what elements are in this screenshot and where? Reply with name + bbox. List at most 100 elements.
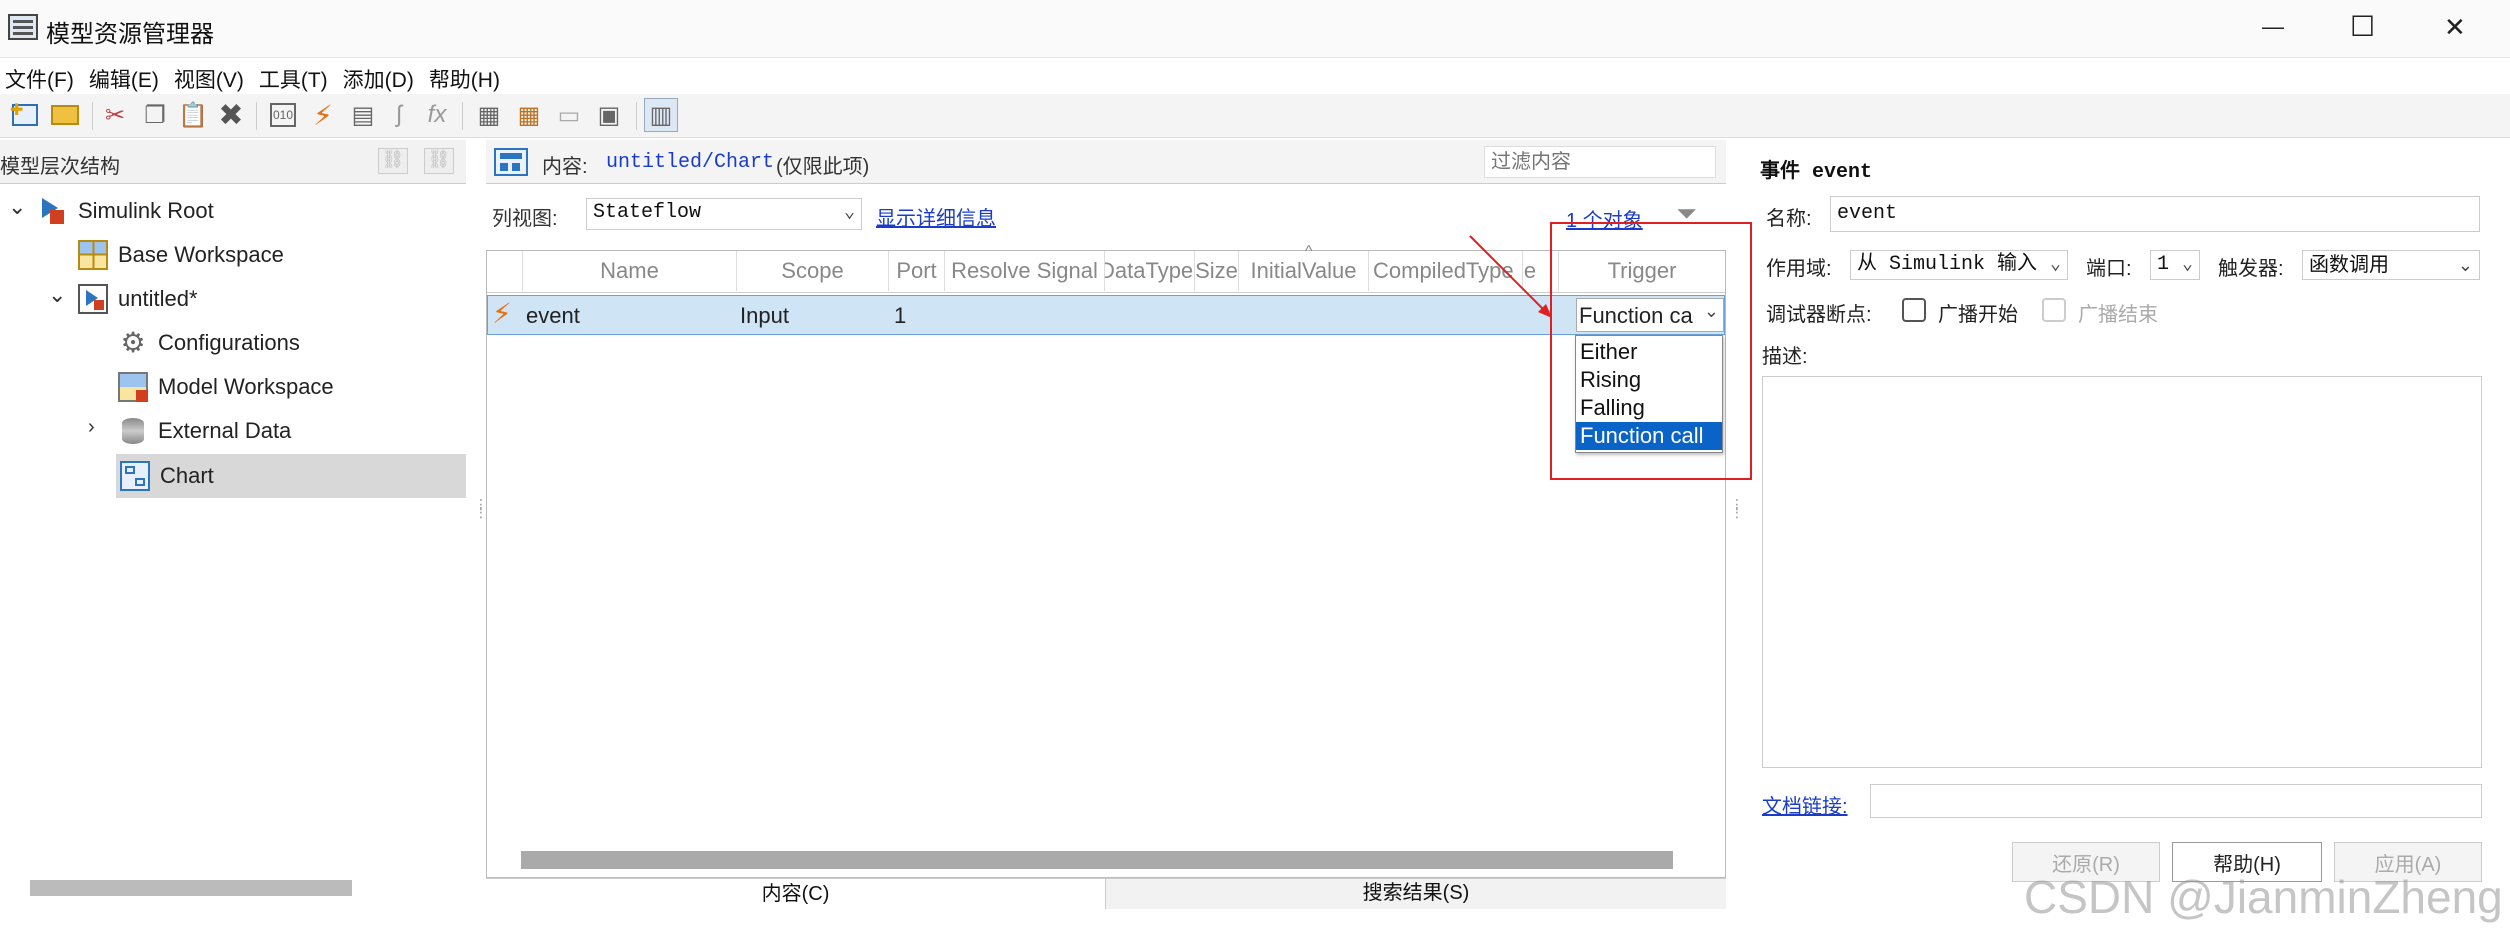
- chevron-down-icon[interactable]: ⌄: [48, 282, 66, 308]
- export-icon[interactable]: ▣: [592, 98, 626, 132]
- left-pane-title: 模型层次结构: [0, 156, 120, 178]
- chart-icon: [120, 461, 150, 491]
- app-icon: [8, 14, 38, 40]
- left-splitter[interactable]: ⋮ ⋮: [470, 140, 488, 910]
- annotation-arrow: [1469, 235, 1552, 318]
- tree-label: Simulink Root: [78, 198, 214, 223]
- menu-edit[interactable]: 编辑(E): [84, 58, 169, 94]
- doc-link-label-visible[interactable]: 文档链接:: [1762, 790, 1848, 819]
- column-header-datatype[interactable]: DataType: [1105, 251, 1195, 291]
- tab-content[interactable]: 内容(C): [486, 879, 1106, 909]
- tree-horizontal-scrollbar[interactable]: [30, 880, 352, 896]
- message-icon[interactable]: ▤: [346, 98, 380, 132]
- minimize-button[interactable]: —: [2262, 14, 2284, 40]
- menu-view[interactable]: 视图(V): [169, 58, 254, 94]
- menu-add[interactable]: 添加(D): [338, 58, 424, 94]
- tree-item-base-workspace[interactable]: Base Workspace: [78, 236, 466, 274]
- database-icon: [118, 416, 148, 446]
- fx-icon[interactable]: fx: [420, 98, 454, 132]
- add-model-icon[interactable]: ✚: [8, 98, 42, 132]
- unlink-icon[interactable]: ⛓: [424, 148, 454, 174]
- link-icon[interactable]: ⛓: [378, 148, 408, 174]
- chevron-down-icon: ⌄: [2182, 255, 2193, 275]
- name-label: 名称:: [1766, 208, 1812, 230]
- tree-label: External Data: [158, 418, 292, 443]
- port-select[interactable]: 1 ⌄: [2150, 250, 2200, 280]
- show-details-link[interactable]: 显示详细信息: [876, 202, 996, 231]
- close-button[interactable]: ✕: [2444, 12, 2466, 43]
- cell-scope[interactable]: Input: [740, 296, 880, 336]
- column-header-scope[interactable]: Scope: [737, 251, 889, 291]
- menu-bar: 文件(F) 编辑(E) 视图(V) 工具(T) 添加(D) 帮助(H): [0, 58, 2510, 94]
- tree-item-untitled[interactable]: ⌄ untitled*: [0, 280, 466, 318]
- left-pane-header: 模型层次结构 ⛓ ⛓: [0, 140, 466, 184]
- column-header-size[interactable]: Size: [1195, 251, 1239, 291]
- content-label: 内容:: [542, 156, 588, 178]
- scope-label: 作用域:: [1766, 258, 1832, 280]
- column-view-value: Stateflow: [593, 201, 702, 224]
- delete-icon[interactable]: ✖: [214, 98, 248, 132]
- port-label: 端口:: [2086, 258, 2132, 280]
- chevron-right-icon[interactable]: ›: [88, 416, 95, 439]
- function-icon[interactable]: ʃ: [382, 98, 416, 132]
- window-title: 模型资源管理器: [46, 21, 214, 48]
- chevron-down-icon[interactable]: ⌄: [8, 194, 26, 220]
- event-icon[interactable]: ⚡: [306, 98, 340, 132]
- trigger-property-select[interactable]: 函数调用 ⌄: [2302, 250, 2480, 280]
- port-value: 1: [2157, 253, 2170, 276]
- cell-name[interactable]: event: [526, 296, 726, 336]
- tree-label: Configurations: [158, 330, 300, 355]
- menu-tools[interactable]: 工具(T): [254, 58, 338, 94]
- sort-ascending-icon: ^: [1305, 243, 1313, 260]
- breakpoint-end-label: 广播结束: [2078, 304, 2158, 326]
- tab-search-results[interactable]: 搜索结果(S): [1106, 879, 1726, 909]
- tree-item-chart[interactable]: Chart: [116, 454, 466, 498]
- column-header-initialvalue[interactable]: InitialValue: [1239, 251, 1369, 291]
- breakpoint-start-checkbox[interactable]: [1902, 298, 1926, 322]
- content-path: untitled/Chart: [606, 151, 775, 174]
- menu-file[interactable]: 文件(F): [0, 58, 84, 94]
- scope-select[interactable]: 从 Simulink 输入 ⌄: [1850, 250, 2068, 280]
- menu-help[interactable]: 帮助(H): [424, 58, 510, 94]
- open-folder-icon[interactable]: [48, 98, 82, 132]
- right-splitter[interactable]: ⋮ ⋮: [1726, 140, 1744, 910]
- content-view-icon: [494, 148, 528, 176]
- tree-item-configurations[interactable]: ⚙ Configurations: [118, 324, 466, 362]
- tree-label: Model Workspace: [158, 374, 334, 399]
- toolbar: ✚ ✂ ❐ 📋 ✖ 010 ⚡ ▤ ʃ fx ▦ ▦ ▭ ▣ ▥: [0, 94, 2510, 138]
- tree-label: untitled*: [118, 286, 198, 311]
- doc-link-field[interactable]: [1870, 784, 2482, 818]
- tree-label: Base Workspace: [118, 242, 284, 267]
- tree-item-model-workspace[interactable]: Model Workspace: [118, 368, 466, 406]
- properties-icon[interactable]: ▦: [472, 98, 506, 132]
- breakpoint-start-label: 广播开始: [1938, 304, 2018, 326]
- maximize-button[interactable]: ☐: [2350, 10, 2375, 43]
- table-icon[interactable]: ▦: [512, 98, 546, 132]
- cut-icon[interactable]: ✂: [98, 98, 132, 132]
- columns-icon[interactable]: ▥: [644, 98, 678, 132]
- tree-item-simulink-root[interactable]: ⌄ Simulink Root: [0, 192, 466, 230]
- trigger-property-value: 函数调用: [2309, 254, 2389, 276]
- debugger-label: 调试器断点:: [1766, 304, 1872, 326]
- column-view-select[interactable]: Stateflow ⌄: [586, 198, 862, 230]
- filter-input[interactable]: [1484, 146, 1716, 178]
- description-label: 描述:: [1762, 346, 1808, 368]
- copy-icon[interactable]: ❐: [138, 98, 172, 132]
- paste-icon[interactable]: 📋: [176, 98, 210, 132]
- breakpoint-end-checkbox[interactable]: [2042, 298, 2066, 322]
- column-header-icon: [487, 251, 523, 291]
- name-field[interactable]: event: [1830, 196, 2480, 232]
- print-icon[interactable]: ▭: [552, 98, 586, 132]
- column-header-port[interactable]: Port: [889, 251, 945, 291]
- tree-item-external-data[interactable]: › External Data: [0, 412, 466, 450]
- properties-title: 事件 event: [1760, 161, 1873, 184]
- description-box-bg: [1762, 376, 2482, 768]
- column-header-resolve-signal[interactable]: Resolve Signal: [945, 251, 1105, 291]
- cell-port[interactable]: 1: [894, 296, 934, 336]
- data-icon[interactable]: 010: [266, 98, 300, 132]
- tree-label: Chart: [160, 463, 214, 488]
- content-scope-note: (仅限此项): [776, 156, 870, 178]
- column-header-name[interactable]: Name: [523, 251, 737, 291]
- model-icon: [78, 284, 108, 314]
- table-horizontal-scrollbar[interactable]: [521, 851, 1673, 869]
